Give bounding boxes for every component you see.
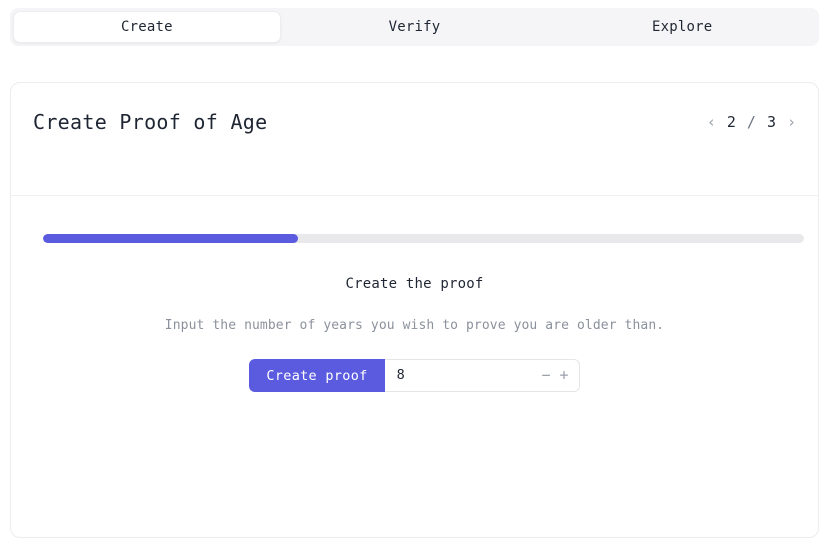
tab-bar: Create Verify Explore xyxy=(10,8,819,46)
tab-create-label: Create xyxy=(120,19,173,35)
page-title: Create Proof of Age xyxy=(33,110,268,134)
chevron-right-icon[interactable]: › xyxy=(787,114,796,130)
tab-create[interactable]: Create xyxy=(13,11,281,43)
tab-explore-label: Explore xyxy=(651,19,713,35)
step-pagination: ‹ 2 / 3 › xyxy=(707,113,796,131)
pagination-current: 2 xyxy=(726,113,736,131)
years-input[interactable]: 8 xyxy=(397,368,542,383)
tab-verify-label: Verify xyxy=(388,19,441,35)
create-proof-button[interactable]: Create proof xyxy=(249,359,385,392)
quantity-stepper: − + xyxy=(542,368,569,383)
card-header: Create Proof of Age ‹ 2 / 3 › xyxy=(11,83,818,195)
decrement-icon[interactable]: − xyxy=(542,368,551,383)
proof-card: Create Proof of Age ‹ 2 / 3 › Create the… xyxy=(10,82,819,538)
chevron-left-icon[interactable]: ‹ xyxy=(707,114,716,130)
pagination-separator: / xyxy=(746,113,756,131)
tab-verify[interactable]: Verify xyxy=(281,11,549,43)
card-body: Create the proof Input the number of yea… xyxy=(11,196,818,537)
step-description: Input the number of years you wish to pr… xyxy=(164,318,665,333)
step-title: Create the proof xyxy=(345,276,484,292)
tab-explore[interactable]: Explore xyxy=(548,11,816,43)
years-input-wrapper[interactable]: 8 − + xyxy=(384,359,580,392)
card-header-row: Create Proof of Age ‹ 2 / 3 › xyxy=(33,105,796,139)
create-proof-action-group: Create proof 8 − + xyxy=(249,359,580,392)
increment-icon[interactable]: + xyxy=(560,368,569,383)
pagination-total: 3 xyxy=(766,113,776,131)
app-root: Create Verify Explore Create Proof of Ag… xyxy=(0,0,829,551)
